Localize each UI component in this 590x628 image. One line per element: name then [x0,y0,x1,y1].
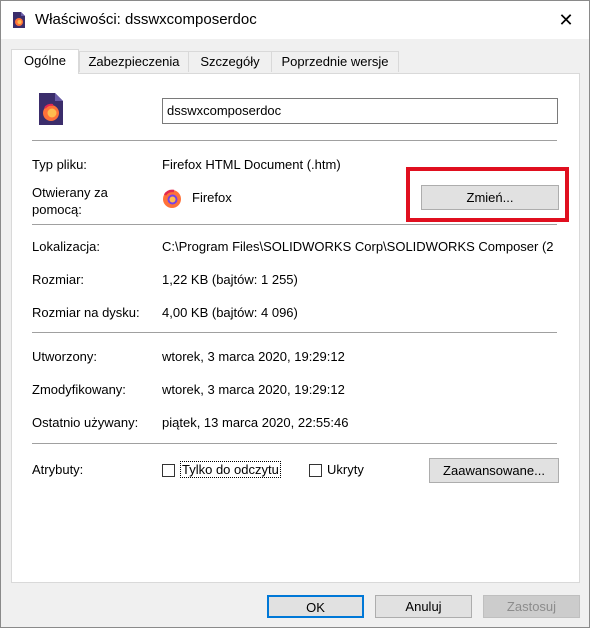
readonly-label-text: Tylko do odczytu [180,461,281,478]
readonly-checkbox-label[interactable]: Tylko do odczytu [180,461,281,478]
firefox-document-icon [13,12,25,28]
general-panel: dsswxcomposerdoc Typ pliku: Firefox HTML… [11,73,580,583]
opens-with-value: Firefox [192,190,232,205]
opens-with-label-line1: Otwierany za [32,185,108,200]
divider [32,332,557,333]
size-on-disk-label: Rozmiar na dysku: [32,305,140,320]
tab-previous-versions[interactable]: Poprzednie wersje [271,51,399,72]
window-title: Właściwości: dsswxcomposerdoc [35,11,257,28]
hidden-checkbox[interactable] [309,464,322,477]
accessed-label: Ostatnio używany: [32,415,139,430]
modified-value: wtorek, 3 marca 2020, 19:29:12 [162,382,345,397]
modified-label: Zmodyfikowany: [32,382,126,397]
ok-button[interactable]: OK [267,595,364,618]
size-label: Rozmiar: [32,272,85,287]
opens-with-label-line2: pomocą: [32,202,82,217]
apply-button[interactable]: Zastosuj [483,595,580,618]
size-on-disk-value: 4,00 KB (bajtów: 4 096) [162,305,298,320]
advanced-button[interactable]: Zaawansowane... [429,458,559,483]
tab-details[interactable]: Szczegóły [188,51,272,72]
close-button[interactable]: ✕ [543,1,589,39]
apply-button-label: Zastosuj [506,599,557,614]
cancel-button-label: Anuluj [405,599,442,614]
location-label: Lokalizacja: [32,239,100,254]
attributes-label: Atrybuty: [32,462,84,477]
ok-button-label: OK [306,600,325,615]
accessed-value: piątek, 13 marca 2020, 22:55:46 [162,415,349,430]
title-bar: Właściwości: dsswxcomposerdoc ✕ [1,1,589,39]
location-value: C:\Program Files\SOLIDWORKS Corp\SOLIDWO… [162,239,554,254]
cancel-button[interactable]: Anuluj [375,595,472,618]
file-name-field[interactable]: dsswxcomposerdoc [162,98,558,124]
close-icon: ✕ [558,10,574,30]
properties-dialog: Właściwości: dsswxcomposerdoc ✕ Ogólne Z… [0,0,590,628]
divider [32,443,557,444]
advanced-button-label: Zaawansowane... [443,463,545,478]
created-value: wtorek, 3 marca 2020, 19:29:12 [162,349,345,364]
hidden-checkbox-label[interactable]: Ukryty [327,462,364,477]
firefox-document-icon [39,93,63,125]
firefox-icon [163,189,181,208]
tab-general[interactable]: Ogólne [11,49,79,74]
size-value: 1,22 KB (bajtów: 1 255) [162,272,298,287]
created-label: Utworzony: [32,349,98,364]
readonly-checkbox[interactable] [162,464,175,477]
highlight-box [406,167,569,222]
divider [32,140,557,141]
divider [32,224,557,225]
file-type-label: Typ pliku: [32,157,87,172]
tab-security[interactable]: Zabezpieczenia [79,51,189,72]
file-type-value: Firefox HTML Document (.htm) [162,157,341,172]
